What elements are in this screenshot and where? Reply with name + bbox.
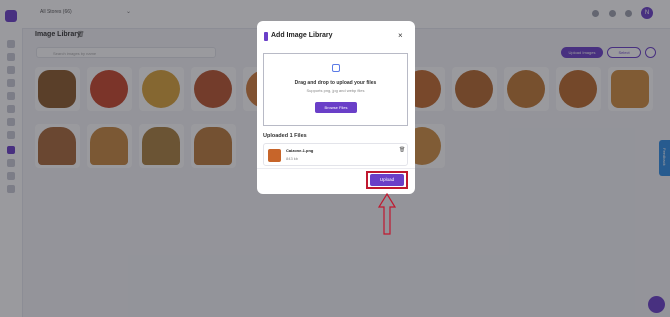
modal-divider xyxy=(257,168,415,169)
title-accent-bar xyxy=(264,32,268,41)
dropzone-subtext: Supports png, jpg and webp files xyxy=(306,88,365,93)
modal-title: Add Image Library xyxy=(271,32,333,39)
uploaded-files-label: Uploaded 1 Files xyxy=(263,133,307,139)
uploaded-file-card xyxy=(263,143,408,166)
delete-file-icon[interactable]: 🗑 xyxy=(399,147,405,153)
close-icon[interactable]: × xyxy=(398,31,403,40)
file-size: 843 kb xyxy=(286,156,299,161)
dropzone-heading: Drag and drop to upload your files xyxy=(294,80,377,86)
annotation-arrow-icon xyxy=(378,193,396,235)
upload-button[interactable]: Upload xyxy=(370,174,404,186)
file-name: Calzone-1.png xyxy=(286,148,314,153)
file-thumbnail xyxy=(268,149,281,162)
browse-files-button[interactable]: Browse Files xyxy=(315,102,357,113)
upload-icon xyxy=(332,64,340,72)
